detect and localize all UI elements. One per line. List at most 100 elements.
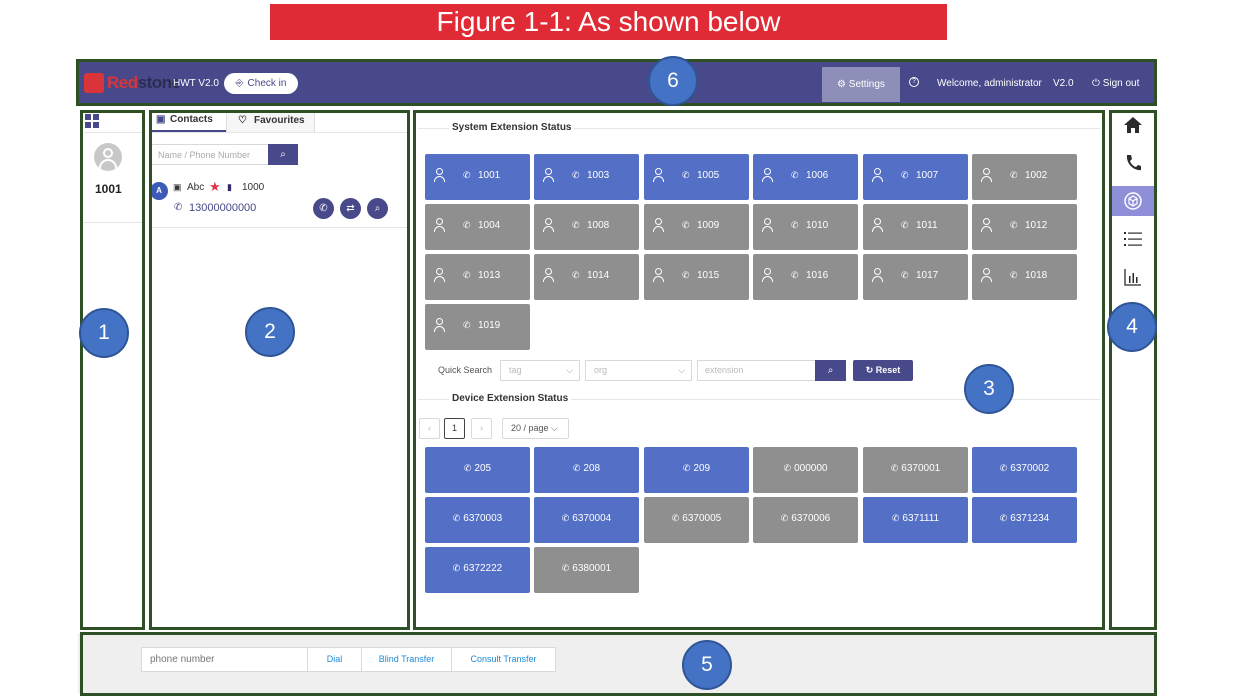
- logo-red-text: Red: [107, 73, 138, 92]
- extension-number: 1006: [806, 170, 829, 181]
- extension-tile[interactable]: ✆ 1019: [425, 304, 530, 350]
- contact-search-input[interactable]: [151, 144, 269, 165]
- extension-tile[interactable]: ✆ 6370005: [644, 497, 749, 543]
- sign-out-button[interactable]: ⏻ Sign out: [1092, 78, 1139, 89]
- tag-select[interactable]: tag ⌵: [500, 360, 580, 381]
- extension-tile[interactable]: ✆ 1002: [972, 154, 1077, 200]
- tab-contacts-label: Contacts: [170, 114, 213, 125]
- extension-number: 1009: [697, 220, 720, 231]
- extension-tile[interactable]: ✆ 6371111: [863, 497, 968, 543]
- marker-4: 4: [1107, 302, 1157, 352]
- extension-tile[interactable]: ✆ 1009: [644, 204, 749, 250]
- extension-tile[interactable]: ✆ 1006: [753, 154, 858, 200]
- extension-tile[interactable]: ✆ 6380001: [534, 547, 639, 593]
- tab-favourites[interactable]: ♡ Favourites: [226, 110, 315, 132]
- phone-icon: ✆: [791, 170, 799, 180]
- user-icon: [434, 168, 445, 182]
- settings-label: Settings: [848, 79, 885, 90]
- nav-home[interactable]: [1111, 110, 1154, 140]
- phone-icon: ✆: [463, 270, 471, 280]
- extension-tile[interactable]: ✆ 1014: [534, 254, 639, 300]
- tab-contacts[interactable]: ▣ Contacts: [152, 110, 226, 132]
- extension-tile[interactable]: ✆ 1016: [753, 254, 858, 300]
- extension-number: 1016: [806, 270, 829, 281]
- extension-tile[interactable]: ✆ 1005: [644, 154, 749, 200]
- extension-tile[interactable]: ✆ 6370003: [425, 497, 530, 543]
- extension-number: 6371111: [902, 513, 940, 524]
- extension-tile[interactable]: ✆ 6370001: [863, 447, 968, 493]
- extension-number: 1017: [916, 270, 939, 281]
- extension-tile[interactable]: ✆ 1013: [425, 254, 530, 300]
- extension-tile[interactable]: ✆ 1004: [425, 204, 530, 250]
- contact-search-button[interactable]: ⌕: [268, 144, 298, 165]
- extension-tile[interactable]: ✆ 6370002: [972, 447, 1077, 493]
- org-placeholder: org: [594, 365, 608, 375]
- org-select[interactable]: org ⌵: [585, 360, 692, 381]
- phone-icon: [1126, 155, 1141, 171]
- extension-number: 1014: [587, 270, 610, 281]
- extension-tile[interactable]: ✆ 1012: [972, 204, 1077, 250]
- extension-tile[interactable]: ✆ 1018: [972, 254, 1077, 300]
- extension-tile[interactable]: ✆ 205: [425, 447, 530, 493]
- extension-tile[interactable]: ✆ 1001: [425, 154, 530, 200]
- star-icon[interactable]: ★: [209, 179, 221, 195]
- page-size-select[interactable]: 20 / page ⌵: [502, 418, 569, 439]
- dial-button[interactable]: Dial: [307, 647, 362, 672]
- extension-tile[interactable]: ✆ 1017: [863, 254, 968, 300]
- extension-tile[interactable]: ✆ 1011: [863, 204, 968, 250]
- bar-chart-icon: [1123, 269, 1141, 286]
- extension-tile[interactable]: ✆ 1007: [863, 154, 968, 200]
- menu-grid-icon[interactable]: [85, 114, 99, 128]
- phone-number-input[interactable]: [141, 647, 308, 672]
- phone-icon: ✆: [463, 463, 472, 473]
- consult-transfer-button[interactable]: Consult Transfer: [451, 647, 556, 672]
- extension-search-input[interactable]: extension: [697, 360, 816, 381]
- contact-extension: 1000: [242, 182, 265, 193]
- nav-phone[interactable]: [1111, 148, 1154, 178]
- extension-number: 1010: [806, 220, 829, 231]
- help-icon[interactable]: ?: [909, 77, 919, 87]
- extension-tile[interactable]: ✆ 1003: [534, 154, 639, 200]
- extension-tile[interactable]: ✆ 6372222: [425, 547, 530, 593]
- extension-tile[interactable]: ✆ 208: [534, 447, 639, 493]
- chevron-down-icon: ⌵: [678, 365, 685, 375]
- extension-tile[interactable]: ✆ 6370006: [753, 497, 858, 543]
- search-icon: ⌕: [280, 149, 286, 160]
- user-icon: [872, 268, 883, 282]
- chevron-down-icon: ⌵: [548, 423, 558, 433]
- call-button[interactable]: ✆: [313, 198, 334, 219]
- extension-number: 209: [693, 463, 711, 474]
- check-in-icon: ⎆: [235, 78, 244, 89]
- extension-tile[interactable]: ✆ 1010: [753, 204, 858, 250]
- agent-avatar: [94, 143, 122, 171]
- check-in-label: Check in: [247, 78, 287, 89]
- extension-tile[interactable]: ✆ 1015: [644, 254, 749, 300]
- extension-tile[interactable]: ✆ 209: [644, 447, 749, 493]
- extension-tile[interactable]: ✆ 6371234: [972, 497, 1077, 543]
- nav-reports[interactable]: [1111, 262, 1154, 292]
- phone-icon: ✆: [890, 463, 899, 473]
- extension-number: 1001: [478, 170, 501, 181]
- page-number[interactable]: 1: [444, 418, 465, 439]
- nav-list[interactable]: [1111, 224, 1154, 254]
- extension-tile[interactable]: ✆ 000000: [753, 447, 858, 493]
- phone-icon: ✆: [901, 170, 909, 180]
- phone-icon: ✆: [783, 463, 792, 473]
- marker-6: 6: [648, 56, 698, 106]
- contact-detail-button[interactable]: ⌕: [367, 198, 388, 219]
- nav-extensions[interactable]: [1111, 186, 1154, 216]
- extension-tile[interactable]: ✆ 6370004: [534, 497, 639, 543]
- check-in-button[interactable]: ⎆ Check in: [224, 73, 298, 94]
- settings-button[interactable]: ⚙ Settings: [822, 67, 900, 102]
- transfer-button[interactable]: ⇄: [340, 198, 361, 219]
- extension-tile[interactable]: ✆ 1008: [534, 204, 639, 250]
- extension-number: 6370004: [572, 513, 612, 524]
- user-icon: [762, 218, 773, 232]
- next-page-button[interactable]: ›: [471, 418, 492, 439]
- extension-search-button[interactable]: ⌕: [815, 360, 846, 381]
- blind-transfer-button[interactable]: Blind Transfer: [361, 647, 452, 672]
- phone-icon: ✆: [463, 220, 471, 230]
- phone-icon: ✆: [572, 270, 580, 280]
- prev-page-button[interactable]: ‹: [419, 418, 440, 439]
- reset-button[interactable]: ↻ Reset: [853, 360, 913, 381]
